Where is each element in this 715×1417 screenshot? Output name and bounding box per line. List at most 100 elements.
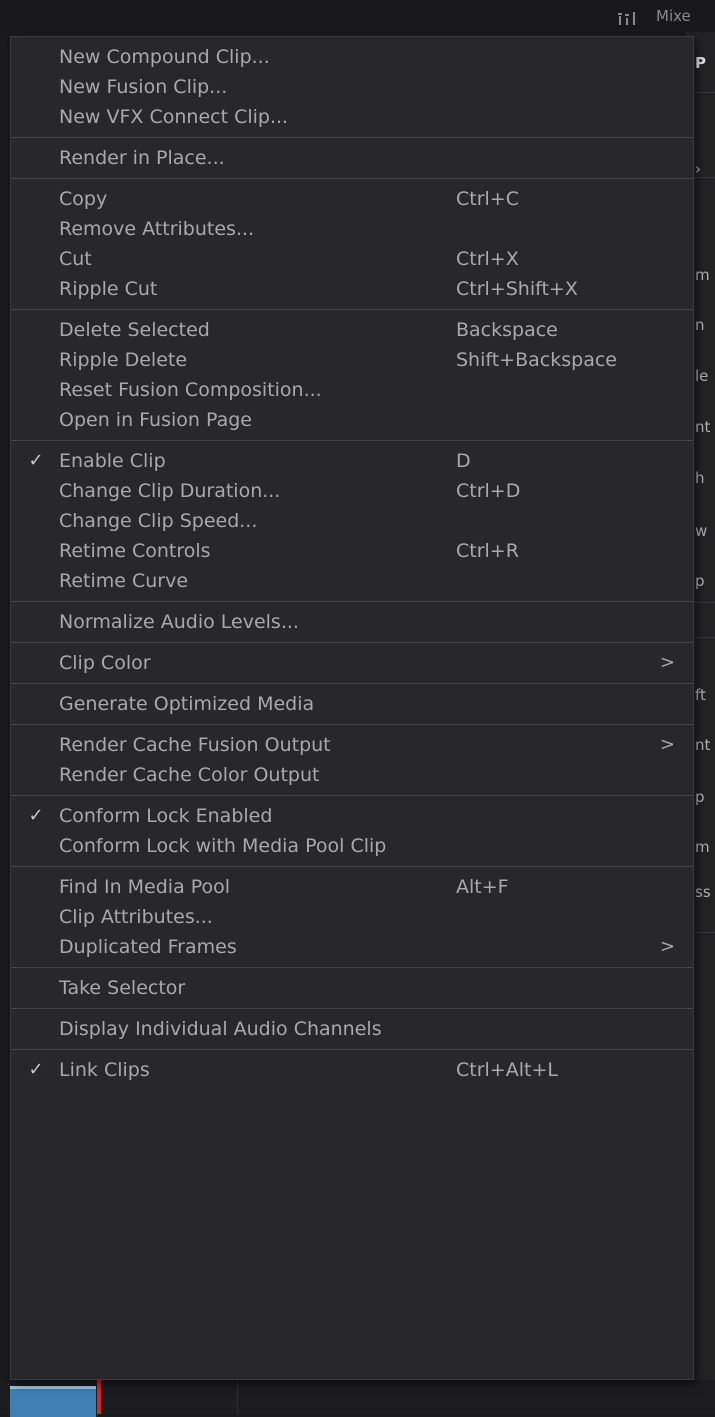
menu-item-label: Copy xyxy=(59,188,108,210)
menu-item-shortcut: Ctrl+X xyxy=(456,248,519,270)
menu-item-label: New VFX Connect Clip... xyxy=(59,106,289,128)
menu-item-render-in-place[interactable]: Render in Place... xyxy=(11,143,693,173)
menu-item-ripple-cut[interactable]: Ripple Cut Ctrl+Shift+X xyxy=(11,274,693,304)
menu-item-label: Cut xyxy=(59,248,92,270)
menu-item-label: Find In Media Pool xyxy=(59,876,231,898)
playhead[interactable] xyxy=(97,1380,101,1414)
menu-item-label: Change Clip Speed... xyxy=(59,510,258,532)
menu-item-clip-attributes[interactable]: Clip Attributes... xyxy=(11,902,693,932)
menu-item-retime-curve[interactable]: Retime Curve xyxy=(11,566,693,596)
menu-item-label: Clip Color xyxy=(59,652,151,674)
submenu-arrow-icon: > xyxy=(659,652,675,673)
menu-item-change-clip-speed[interactable]: Change Clip Speed... xyxy=(11,506,693,536)
menu-item-label: New Fusion Clip... xyxy=(59,76,228,98)
menu-group: Render Cache Fusion Output > Render Cache … xyxy=(11,725,693,795)
menu-item-delete-selected[interactable]: Delete Selected Backspace xyxy=(11,315,693,345)
menu-group: Find In Media Pool Alt+F Clip Attributes..… xyxy=(11,867,693,967)
clip-context-menu: New Compound Clip... New Fusion Clip... Ne… xyxy=(10,36,694,1380)
menu-item-reset-fusion-composition[interactable]: Reset Fusion Composition... xyxy=(11,375,693,405)
menu-item-retime-controls[interactable]: Retime Controls Ctrl+R xyxy=(11,536,693,566)
mixer-tab-label[interactable]: Mixe xyxy=(656,6,691,26)
panel-fragment: p xyxy=(695,572,705,590)
menu-item-find-in-media-pool[interactable]: Find In Media Pool Alt+F xyxy=(11,872,693,902)
menu-item-display-individual-audio-channels[interactable]: Display Individual Audio Channels xyxy=(11,1014,693,1044)
submenu-arrow-icon: > xyxy=(659,936,675,957)
menu-group: Clip Color > xyxy=(11,643,693,683)
menu-item-label: Render Cache Color Output xyxy=(59,764,320,786)
menu-item-label: Duplicated Frames xyxy=(59,936,237,958)
menu-group: Delete Selected Backspace Ripple Delete Shi… xyxy=(11,310,693,440)
panel-fragment: le xyxy=(695,367,709,385)
menu-item-remove-attributes[interactable]: Remove Attributes... xyxy=(11,214,693,244)
menu-item-label: Display Individual Audio Channels xyxy=(59,1018,382,1040)
menu-item-label: Generate Optimized Media xyxy=(59,693,315,715)
menu-item-render-cache-fusion-output[interactable]: Render Cache Fusion Output > xyxy=(11,730,693,760)
menu-item-label: Delete Selected xyxy=(59,319,210,341)
menu-item-label: Remove Attributes... xyxy=(59,218,255,240)
timeline-divider xyxy=(237,1380,238,1414)
menu-item-copy[interactable]: Copy Ctrl+C xyxy=(11,184,693,214)
menu-item-label: Link Clips xyxy=(59,1059,150,1081)
menu-group: Render in Place... xyxy=(11,138,693,178)
menu-item-shortcut: Alt+F xyxy=(456,876,509,898)
panel-fragment: p xyxy=(695,788,705,806)
menu-item-label: Ripple Cut xyxy=(59,278,158,300)
panel-fragment: n xyxy=(695,316,705,334)
checkmark-icon: ✓ xyxy=(28,1059,44,1080)
menu-item-label: Retime Controls xyxy=(59,540,211,562)
menu-group: Take Selector xyxy=(11,968,693,1008)
menu-item-conform-lock-enabled[interactable]: ✓ Conform Lock Enabled xyxy=(11,801,693,831)
menu-item-shortcut: Ctrl+Shift+X xyxy=(456,278,578,300)
menu-item-enable-clip[interactable]: ✓ Enable Clip D xyxy=(11,446,693,476)
menu-item-label: Take Selector xyxy=(59,977,186,999)
submenu-arrow-icon: > xyxy=(659,734,675,755)
menu-item-clip-color[interactable]: Clip Color > xyxy=(11,648,693,678)
menu-item-take-selector[interactable]: Take Selector xyxy=(11,973,693,1003)
menu-item-label: Enable Clip xyxy=(59,450,166,472)
menu-item-label: Change Clip Duration... xyxy=(59,480,281,502)
menu-item-label: Conform Lock Enabled xyxy=(59,805,273,827)
panel-fragment: m xyxy=(695,838,710,856)
mixer-icon[interactable] xyxy=(616,8,640,26)
menu-item-shortcut: D xyxy=(456,450,471,472)
menu-group: ✓ Conform Lock Enabled Conform Lock with M… xyxy=(11,796,693,866)
menu-group: Display Individual Audio Channels xyxy=(11,1009,693,1049)
menu-item-duplicated-frames[interactable]: Duplicated Frames > xyxy=(11,932,693,962)
menu-item-shortcut: Ctrl+Alt+L xyxy=(456,1059,558,1081)
menu-item-cut[interactable]: Cut Ctrl+X xyxy=(11,244,693,274)
menu-item-label: Open in Fusion Page xyxy=(59,409,252,431)
menu-item-new-vfx-connect-clip[interactable]: New VFX Connect Clip... xyxy=(11,102,693,132)
panel-fragment: w xyxy=(695,522,708,540)
menu-group: Generate Optimized Media xyxy=(11,684,693,724)
menu-item-label: New Compound Clip... xyxy=(59,46,270,68)
menu-item-change-clip-duration[interactable]: Change Clip Duration... Ctrl+D xyxy=(11,476,693,506)
menu-item-new-fusion-clip[interactable]: New Fusion Clip... xyxy=(11,72,693,102)
panel-fragment: › xyxy=(695,160,701,178)
menu-item-shortcut: Ctrl+D xyxy=(456,480,521,502)
checkmark-icon: ✓ xyxy=(28,805,44,826)
menu-item-label: Render Cache Fusion Output xyxy=(59,734,331,756)
panel-fragment: nt xyxy=(695,736,711,754)
panel-fragment: ft xyxy=(695,686,706,704)
menu-group: ✓ Enable Clip D Change Clip Duration... Ctrl… xyxy=(11,441,693,601)
menu-item-shortcut: Shift+Backspace xyxy=(456,349,617,371)
menu-item-label: Ripple Delete xyxy=(59,349,188,371)
menu-group: Copy Ctrl+C Remove Attributes... Cut Ctrl+X R… xyxy=(11,179,693,309)
menu-item-new-compound-clip[interactable]: New Compound Clip... xyxy=(11,42,693,72)
panel-fragment: P xyxy=(695,54,706,72)
menu-item-link-clips[interactable]: ✓ Link Clips Ctrl+Alt+L xyxy=(11,1055,693,1085)
checkmark-icon: ✓ xyxy=(28,450,44,471)
menu-item-label: Retime Curve xyxy=(59,570,189,592)
panel-fragment: nt xyxy=(695,418,711,436)
menu-item-open-in-fusion-page[interactable]: Open in Fusion Page xyxy=(11,405,693,435)
menu-item-label: Reset Fusion Composition... xyxy=(59,379,322,401)
timeline-strip xyxy=(0,1380,715,1414)
timeline-clip[interactable] xyxy=(10,1386,96,1417)
top-toolbar: Mixe xyxy=(0,0,715,32)
menu-item-ripple-delete[interactable]: Ripple Delete Shift+Backspace xyxy=(11,345,693,375)
menu-item-label: Clip Attributes... xyxy=(59,906,213,928)
menu-item-normalize-audio-levels[interactable]: Normalize Audio Levels... xyxy=(11,607,693,637)
menu-item-generate-optimized-media[interactable]: Generate Optimized Media xyxy=(11,689,693,719)
menu-item-conform-lock-with-media-pool-clip[interactable]: Conform Lock with Media Pool Clip xyxy=(11,831,693,861)
menu-item-render-cache-color-output[interactable]: Render Cache Color Output xyxy=(11,760,693,790)
